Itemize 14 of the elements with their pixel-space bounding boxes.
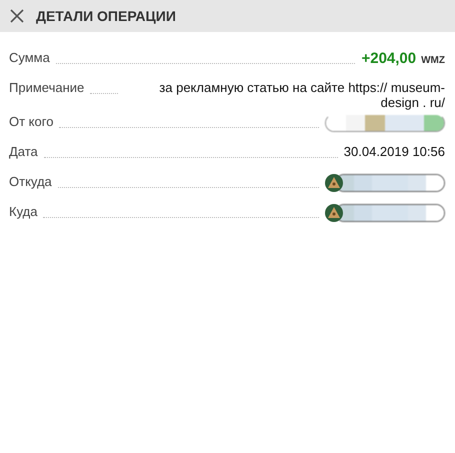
avatar-icon	[325, 204, 343, 222]
field-label: Куда	[9, 204, 38, 219]
field-label: Откуда	[9, 174, 52, 189]
field-value: 30.04.2019 10:56	[344, 144, 445, 159]
field-label: Дата	[9, 144, 38, 159]
field-label: Примечание	[9, 80, 84, 95]
close-icon[interactable]	[10, 9, 24, 23]
field-value: за рекламную статью на сайте https:// museum-design . ru/	[158, 80, 445, 110]
avatar-icon	[325, 174, 343, 192]
panel-title: ДЕТАЛИ ОПЕРАЦИИ	[36, 8, 176, 24]
field-label: Сумма	[9, 50, 50, 65]
amount-value: +204,00	[361, 50, 416, 67]
field-label: От кого	[9, 114, 54, 129]
currency-unit: WMZ	[421, 55, 445, 66]
